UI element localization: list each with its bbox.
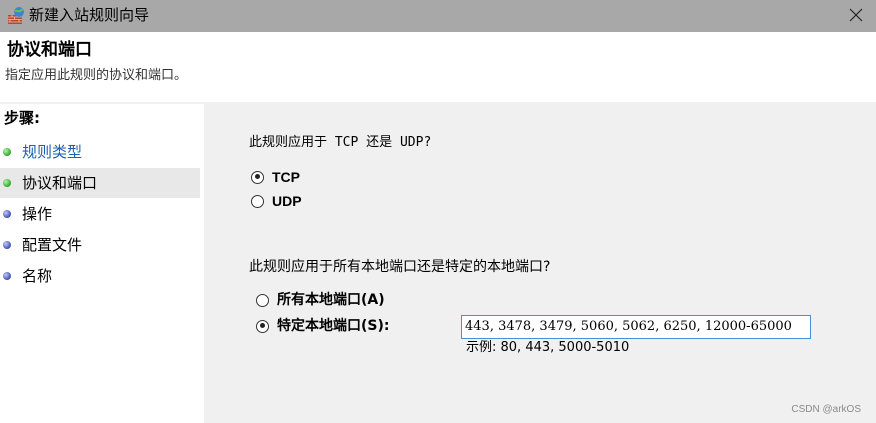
radio-label: UDP [272,193,302,209]
step-name: 名称 [0,261,200,291]
step-complete-dot-icon [3,148,11,156]
wizard-content: 此规则应用于 TCP 还是 UDP? TCP UDP 此规则应用于所有本地端口还… [204,104,876,423]
page-title: 协议和端口 [7,40,92,60]
step-label: 名称 [22,267,53,285]
step-profile: 配置文件 [0,230,200,260]
step-label: 规则类型 [22,143,83,161]
port-example-hint: 示例: 80, 443, 5000-5010 [466,340,630,355]
radio-button-checked[interactable] [256,319,269,333]
step-complete-dot-icon [3,179,11,187]
step-pending-dot-icon [3,272,11,280]
port-question: 此规则应用于所有本地端口还是特定的本地端口? [249,259,551,275]
radio-label: TCP [272,169,300,185]
wizard-header: 协议和端口 指定应用此规则的协议和端口。 [0,32,876,103]
window-title: 新建入站规则向导 [29,6,150,24]
radio-label: 所有本地端口(A) [277,292,385,308]
close-icon [849,7,863,26]
step-protocol-and-ports[interactable]: 协议和端口 [0,168,200,198]
watermark: CSDN @arkOS [791,404,861,415]
steps-sidebar: 步骤: 规则类型 协议和端口 操作 配置文件 名称 [0,104,204,423]
steps-label: 步骤: [4,109,40,127]
step-rule-type[interactable]: 规则类型 [0,137,200,167]
radio-tcp[interactable]: TCP [251,168,300,186]
protocol-question: 此规则应用于 TCP 还是 UDP? [249,135,432,150]
step-pending-dot-icon [3,241,11,249]
title-bar: 新建入站规则向导 [0,0,876,32]
radio-udp[interactable]: UDP [251,192,302,210]
step-label: 配置文件 [22,236,83,254]
radio-button-checked[interactable] [251,170,264,184]
radio-all-local-ports[interactable]: 所有本地端口(A) [256,291,385,309]
specific-ports-input[interactable]: 443, 3478, 3479, 5060, 5062, 6250, 12000… [461,315,811,339]
page-description: 指定应用此规则的协议和端口。 [5,68,188,83]
step-action: 操作 [0,199,200,229]
radio-specific-local-ports[interactable]: 特定本地端口(S): [256,317,389,335]
step-label: 协议和端口 [22,174,98,192]
radio-button[interactable] [256,293,269,307]
firewall-wizard-icon [6,6,26,26]
close-button[interactable] [836,0,876,32]
step-label: 操作 [22,205,53,223]
radio-label: 特定本地端口(S): [277,318,390,334]
radio-button[interactable] [251,194,264,208]
step-pending-dot-icon [3,210,11,218]
